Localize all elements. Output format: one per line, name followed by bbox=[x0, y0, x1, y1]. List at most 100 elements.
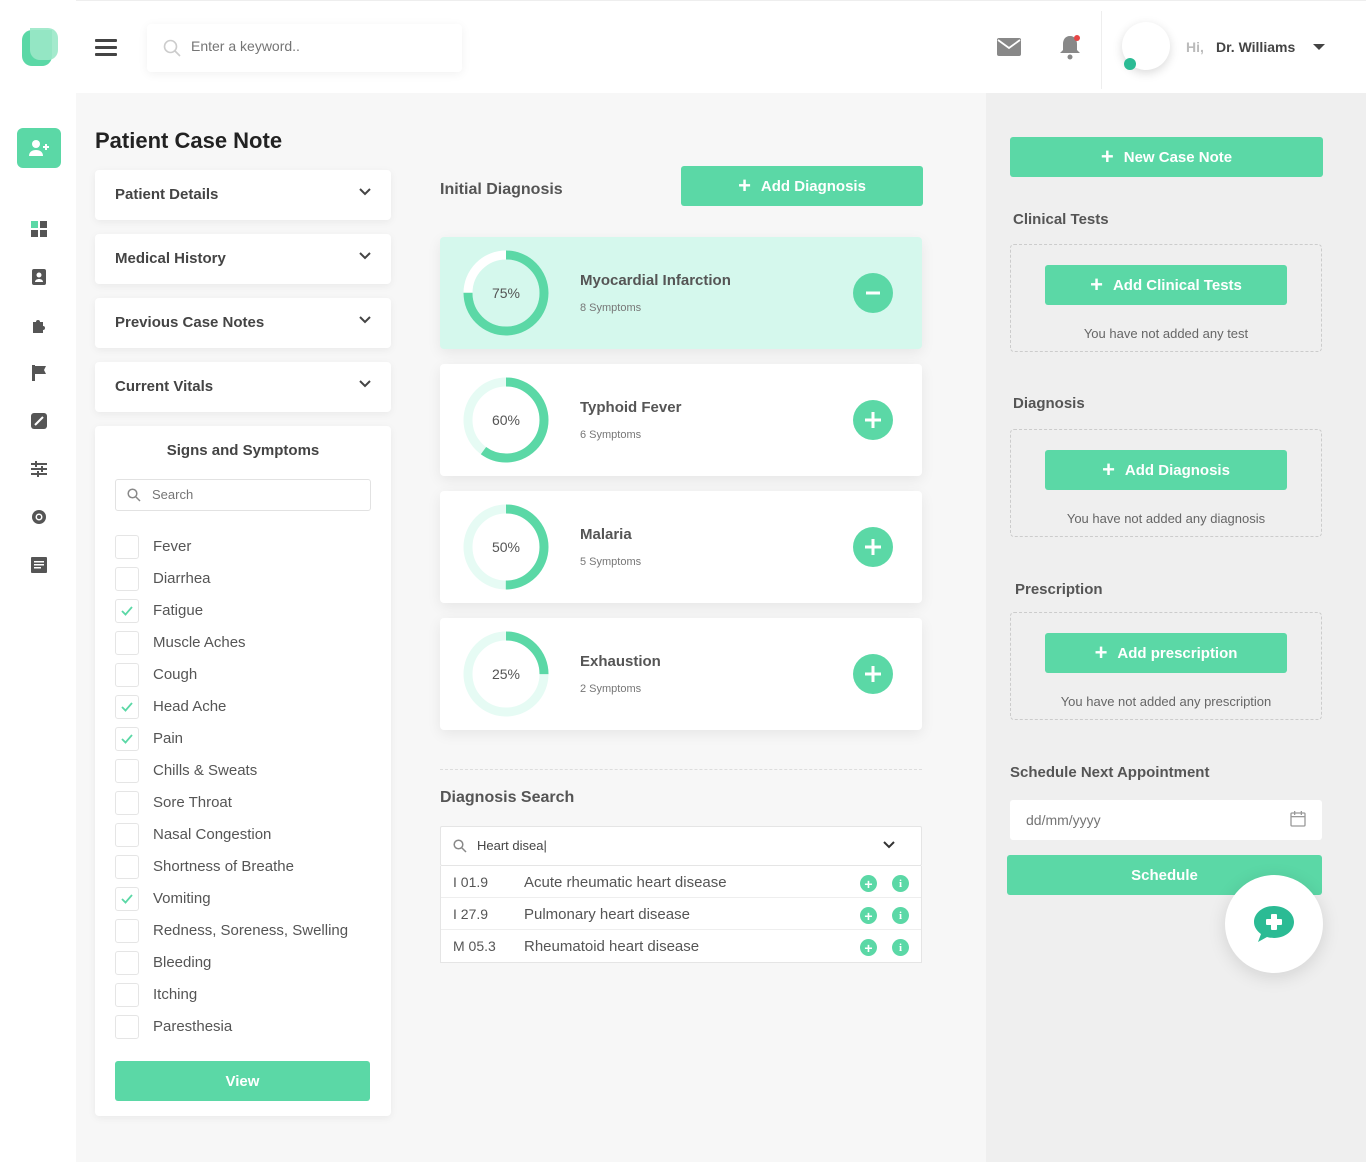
symptom-checkbox[interactable] bbox=[115, 887, 139, 911]
global-search[interactable] bbox=[147, 24, 462, 72]
chevron-down-icon[interactable] bbox=[883, 841, 895, 849]
symptom-checkbox[interactable] bbox=[115, 631, 139, 655]
symptom-search-input[interactable] bbox=[152, 487, 352, 502]
signs-and-symptoms-panel: Signs and Symptoms Fever Diarrhea Fatigue M… bbox=[95, 426, 391, 1116]
chevron-down-icon[interactable] bbox=[1313, 44, 1325, 50]
user-name[interactable]: Dr. Williams bbox=[1216, 39, 1295, 55]
probability-value: 25% bbox=[491, 666, 521, 682]
accordion-label: Previous Case Notes bbox=[115, 314, 265, 331]
symptom-checkbox[interactable] bbox=[115, 983, 139, 1007]
document-icon[interactable] bbox=[30, 556, 48, 574]
accordion-patient-details[interactable]: Patient Details bbox=[95, 170, 391, 220]
flag-icon[interactable] bbox=[30, 364, 48, 382]
result-name: Pulmonary heart disease bbox=[524, 906, 690, 923]
chat-fab-button[interactable] bbox=[1225, 875, 1323, 973]
add-result-icon[interactable]: + bbox=[860, 939, 877, 956]
check-icon bbox=[121, 734, 133, 744]
symptom-checkbox[interactable] bbox=[115, 791, 139, 815]
remove-diagnosis-button[interactable] bbox=[853, 273, 893, 313]
symptom-checkbox[interactable] bbox=[115, 919, 139, 943]
symptom-checkbox[interactable] bbox=[115, 1015, 139, 1039]
add-diagnosis-button[interactable]: + Add Diagnosis bbox=[681, 166, 923, 206]
diagnosis-search-title: Diagnosis Search bbox=[440, 789, 575, 806]
diagnosis-search-box[interactable] bbox=[440, 826, 922, 866]
symptom-checkbox[interactable] bbox=[115, 567, 139, 591]
probability-value: 75% bbox=[491, 285, 521, 301]
symptom-label: Head Ache bbox=[153, 698, 227, 715]
mail-icon[interactable] bbox=[997, 38, 1021, 56]
diagnosis-card[interactable]: 25% Exhaustion 2 Symptoms bbox=[440, 618, 922, 730]
appointment-date-field[interactable] bbox=[1010, 800, 1322, 840]
view-button[interactable]: View bbox=[115, 1061, 370, 1101]
minus-icon bbox=[866, 291, 880, 295]
diagnosis-card[interactable]: 75% Myocardial Infarction 8 Symptoms bbox=[440, 237, 922, 349]
global-search-input[interactable] bbox=[191, 38, 441, 54]
search-result-row[interactable]: I 01.9 Acute rheumatic heart disease + i bbox=[441, 866, 921, 898]
accordion-medical-history[interactable]: Medical History bbox=[95, 234, 391, 284]
plus-icon bbox=[865, 412, 881, 428]
diagnosis-title: Diagnosis bbox=[1013, 395, 1085, 412]
bell-icon[interactable] bbox=[1058, 34, 1082, 60]
chevron-down-icon bbox=[359, 188, 371, 196]
accordion-previous-case-notes[interactable]: Previous Case Notes bbox=[95, 298, 391, 348]
contacts-icon[interactable] bbox=[30, 268, 48, 286]
add-diagnosis-right-button[interactable]: + Add Diagnosis bbox=[1045, 450, 1287, 490]
check-icon bbox=[121, 606, 133, 616]
add-diagnosis-item-button[interactable] bbox=[853, 654, 893, 694]
symptom-label: Diarrhea bbox=[153, 570, 211, 587]
symptom-label: Vomiting bbox=[153, 890, 211, 907]
symptom-checkbox[interactable] bbox=[115, 535, 139, 559]
add-diagnosis-item-button[interactable] bbox=[853, 400, 893, 440]
calendar-icon[interactable] bbox=[1290, 811, 1306, 827]
top-bar: Hi, Dr. Williams bbox=[76, 0, 1366, 93]
plus-icon: + bbox=[738, 173, 751, 198]
symptom-search[interactable] bbox=[115, 479, 371, 511]
symptom-checkbox[interactable] bbox=[115, 663, 139, 687]
accordion-current-vitals[interactable]: Current Vitals bbox=[95, 362, 391, 412]
diagnosis-card[interactable]: 60% Typhoid Fever 6 Symptoms bbox=[440, 364, 922, 476]
diagnosis-name: Typhoid Fever bbox=[580, 399, 682, 416]
plus-icon: + bbox=[1100, 144, 1114, 169]
support-icon[interactable] bbox=[30, 508, 48, 526]
diagnosis-search-input[interactable] bbox=[477, 838, 857, 853]
symptom-checkbox[interactable] bbox=[115, 759, 139, 783]
clinical-tests-title: Clinical Tests bbox=[1013, 211, 1109, 228]
probability-ring: 25% bbox=[462, 630, 550, 718]
add-patient-button[interactable] bbox=[17, 128, 61, 168]
diagnosis-card[interactable]: 50% Malaria 5 Symptoms bbox=[440, 491, 922, 603]
add-diagnosis-label: Add Diagnosis bbox=[760, 177, 866, 195]
symptom-checkbox[interactable] bbox=[115, 727, 139, 751]
add-result-icon[interactable]: + bbox=[860, 875, 877, 892]
symptom-checkbox[interactable] bbox=[115, 823, 139, 847]
puzzle-icon[interactable] bbox=[30, 316, 48, 334]
info-icon[interactable]: i bbox=[892, 875, 909, 892]
add-result-icon[interactable]: + bbox=[860, 907, 877, 924]
appointment-date-input[interactable] bbox=[1026, 812, 1266, 828]
info-icon[interactable]: i bbox=[892, 907, 909, 924]
app-logo[interactable] bbox=[22, 28, 58, 66]
menu-icon[interactable] bbox=[95, 39, 117, 57]
new-case-note-button[interactable]: + New Case Note bbox=[1010, 137, 1323, 177]
notes-icon[interactable] bbox=[30, 412, 48, 430]
probability-ring: 60% bbox=[462, 376, 550, 464]
add-prescription-button[interactable]: + Add prescription bbox=[1045, 633, 1287, 673]
dashboard-icon[interactable] bbox=[30, 220, 48, 238]
symptom-checkbox[interactable] bbox=[115, 951, 139, 975]
symptom-checkbox[interactable] bbox=[115, 855, 139, 879]
symptom-checkbox[interactable] bbox=[115, 695, 139, 719]
info-icon[interactable]: i bbox=[892, 939, 909, 956]
search-result-row[interactable]: M 05.3 Rheumatoid heart disease + i bbox=[441, 930, 921, 962]
clinical-tests-box: + Add Clinical Tests You have not added … bbox=[1010, 244, 1322, 352]
settings-sliders-icon[interactable] bbox=[30, 460, 48, 478]
symptom-label: Cough bbox=[153, 666, 198, 683]
add-clinical-tests-button[interactable]: + Add Clinical Tests bbox=[1045, 265, 1287, 305]
symptom-checkbox[interactable] bbox=[115, 599, 139, 623]
avatar[interactable] bbox=[1122, 22, 1170, 70]
page-title: Patient Case Note bbox=[95, 128, 283, 153]
add-diagnosis-item-button[interactable] bbox=[853, 527, 893, 567]
symptom-label: Muscle Aches bbox=[153, 634, 246, 651]
search-icon bbox=[127, 488, 141, 502]
symptom-label: Bleeding bbox=[153, 954, 212, 971]
search-result-row[interactable]: I 27.9 Pulmonary heart disease + i bbox=[441, 898, 921, 930]
accordion-label: Medical History bbox=[115, 250, 226, 267]
